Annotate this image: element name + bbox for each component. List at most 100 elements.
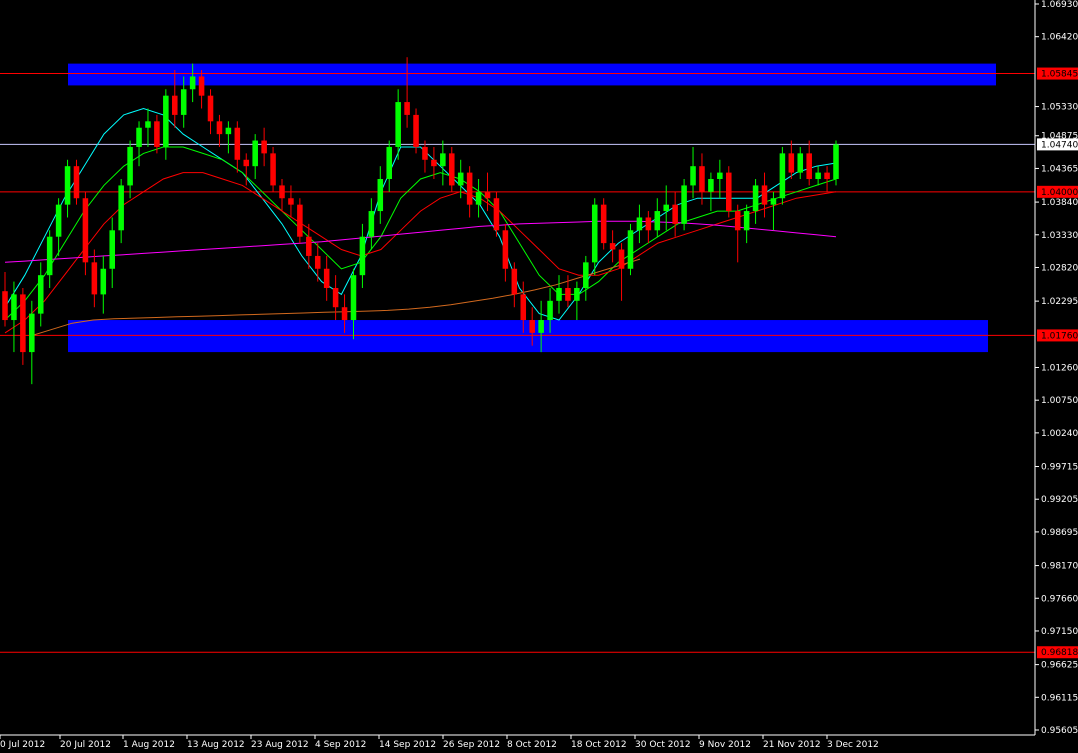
candle-body-78 [699,166,705,192]
candle-body-85 [761,185,768,205]
candle-body-32 [288,198,294,205]
level-badge-label-4: 0.96818 [1041,648,1078,658]
time-tick-label-5: 4 Sep 2012 [315,740,366,750]
time-tick-label-2: 1 Aug 2012 [123,740,175,750]
price-tick-label-8: 1.02295 [1041,297,1078,307]
candle-body-14 [127,146,133,186]
time-tick-label-1: 20 Jul 2012 [60,740,111,750]
candle-body-63 [565,287,571,301]
price-tick-label-6: 1.03330 [1041,231,1078,241]
candle-body-30 [270,153,276,186]
price-tick-label-0: 1.06930 [1041,0,1078,10]
candle-body-77 [690,166,696,186]
price-tick-label-9: 1.01260 [1041,363,1078,373]
candle-body-46 [413,114,419,147]
price-tick-label-1: 1.06420 [1041,33,1078,43]
time-axis: 0 Jul 2012 20 Jul 2012 1 Aug 2012 13 Aug 20… [0,735,879,750]
level-badge-label-2: 1.04000 [1041,188,1078,198]
candle-body-75 [672,204,678,224]
moving-average-0 [4,107,837,321]
candle-body-76 [681,185,687,224]
candle-body-88 [788,153,795,173]
time-tick-label-6: 14 Sep 2012 [379,740,436,750]
candle-body-60 [538,320,544,333]
price-axis: 1.069301.064201.053301.048751.043651.038… [1035,0,1078,736]
candle-body-48 [431,159,437,167]
candle-body-93 [833,144,839,180]
candle-body-59 [529,320,535,333]
time-tick-label-4: 23 Aug 2012 [251,740,309,750]
candle-body-54 [484,191,491,199]
candle-body-57 [511,268,518,295]
candle-body-80 [717,172,723,180]
price-tick-label-18: 0.96625 [1041,661,1078,671]
candle-body-25 [225,127,232,135]
candle-body-71 [636,217,643,231]
time-tick-label-12: 21 Nov 2012 [763,740,821,750]
resistance-zone [68,63,996,86]
candle-body-79 [708,179,714,192]
candle-body-37 [332,287,339,308]
candle-body-7 [64,166,71,205]
candle-body-89 [797,153,804,173]
candle-body-92 [824,172,830,180]
candle-body-12 [109,230,115,269]
candle-body-42 [377,179,384,212]
price-tick-label-20: 0.95605 [1041,726,1078,736]
candle-body-84 [752,185,759,212]
candle-body-43 [386,146,392,180]
candle-body-51 [457,172,464,186]
candle-body-9 [82,198,89,263]
candle-body-74 [663,204,669,212]
price-tick-label-2: 1.05330 [1041,103,1078,113]
candle-body-26 [234,127,241,160]
candle-body-23 [207,95,214,122]
candle-body-39 [350,275,357,321]
candle-body-38 [341,307,348,321]
candle-body-10 [91,262,98,295]
candle-body-47 [422,146,428,160]
candle-body-36 [323,268,330,288]
time-tick-label-3: 13 Aug 2012 [187,740,245,750]
candle-body-22 [198,76,205,96]
price-tick-label-12: 0.99715 [1041,463,1078,473]
candle-body-55 [493,198,500,231]
price-tick-label-10: 1.00750 [1041,396,1078,406]
candle-body-3 [29,313,35,353]
candle-body-61 [547,300,553,321]
candle-body-18 [163,95,169,147]
candle-body-2 [20,294,26,353]
candle-body-11 [100,268,107,295]
time-tick-label-0: 0 Jul 2012 [0,740,45,750]
candle-body-19 [172,95,178,115]
price-tick-label-17: 0.97150 [1041,627,1078,637]
candle-body-15 [136,127,142,147]
candle-body-0 [2,291,8,321]
price-chart[interactable]: 1.069301.064201.053301.048751.043651.038… [0,0,1078,753]
time-tick-label-9: 18 Oct 2012 [571,740,627,750]
price-tick-label-7: 1.02820 [1041,263,1078,273]
horizontal-levels [0,73,1035,653]
moving-average-3 [4,220,837,263]
candle-body-27 [243,159,250,167]
candle-body-81 [726,172,732,212]
price-tick-label-11: 1.00240 [1041,429,1078,439]
candle-body-66 [591,204,598,263]
price-tick-label-19: 0.96115 [1041,693,1078,703]
candle-body-58 [520,294,527,321]
price-tick-label-16: 0.97660 [1041,594,1078,604]
candle-body-5 [46,236,53,276]
candle-body-40 [359,236,366,276]
candle-body-1 [11,294,17,321]
time-tick-label-7: 26 Sep 2012 [443,740,500,750]
candle-body-45 [404,102,410,115]
candle-body-34 [306,236,312,256]
support-zone [68,320,988,353]
candle-body-67 [600,204,607,244]
candle-body-50 [449,153,455,186]
candle-body-44 [395,102,401,147]
candle-body-86 [770,198,777,205]
candle-body-20 [180,89,187,115]
candle-body-91 [815,172,821,180]
price-tick-label-14: 0.98695 [1041,528,1078,538]
